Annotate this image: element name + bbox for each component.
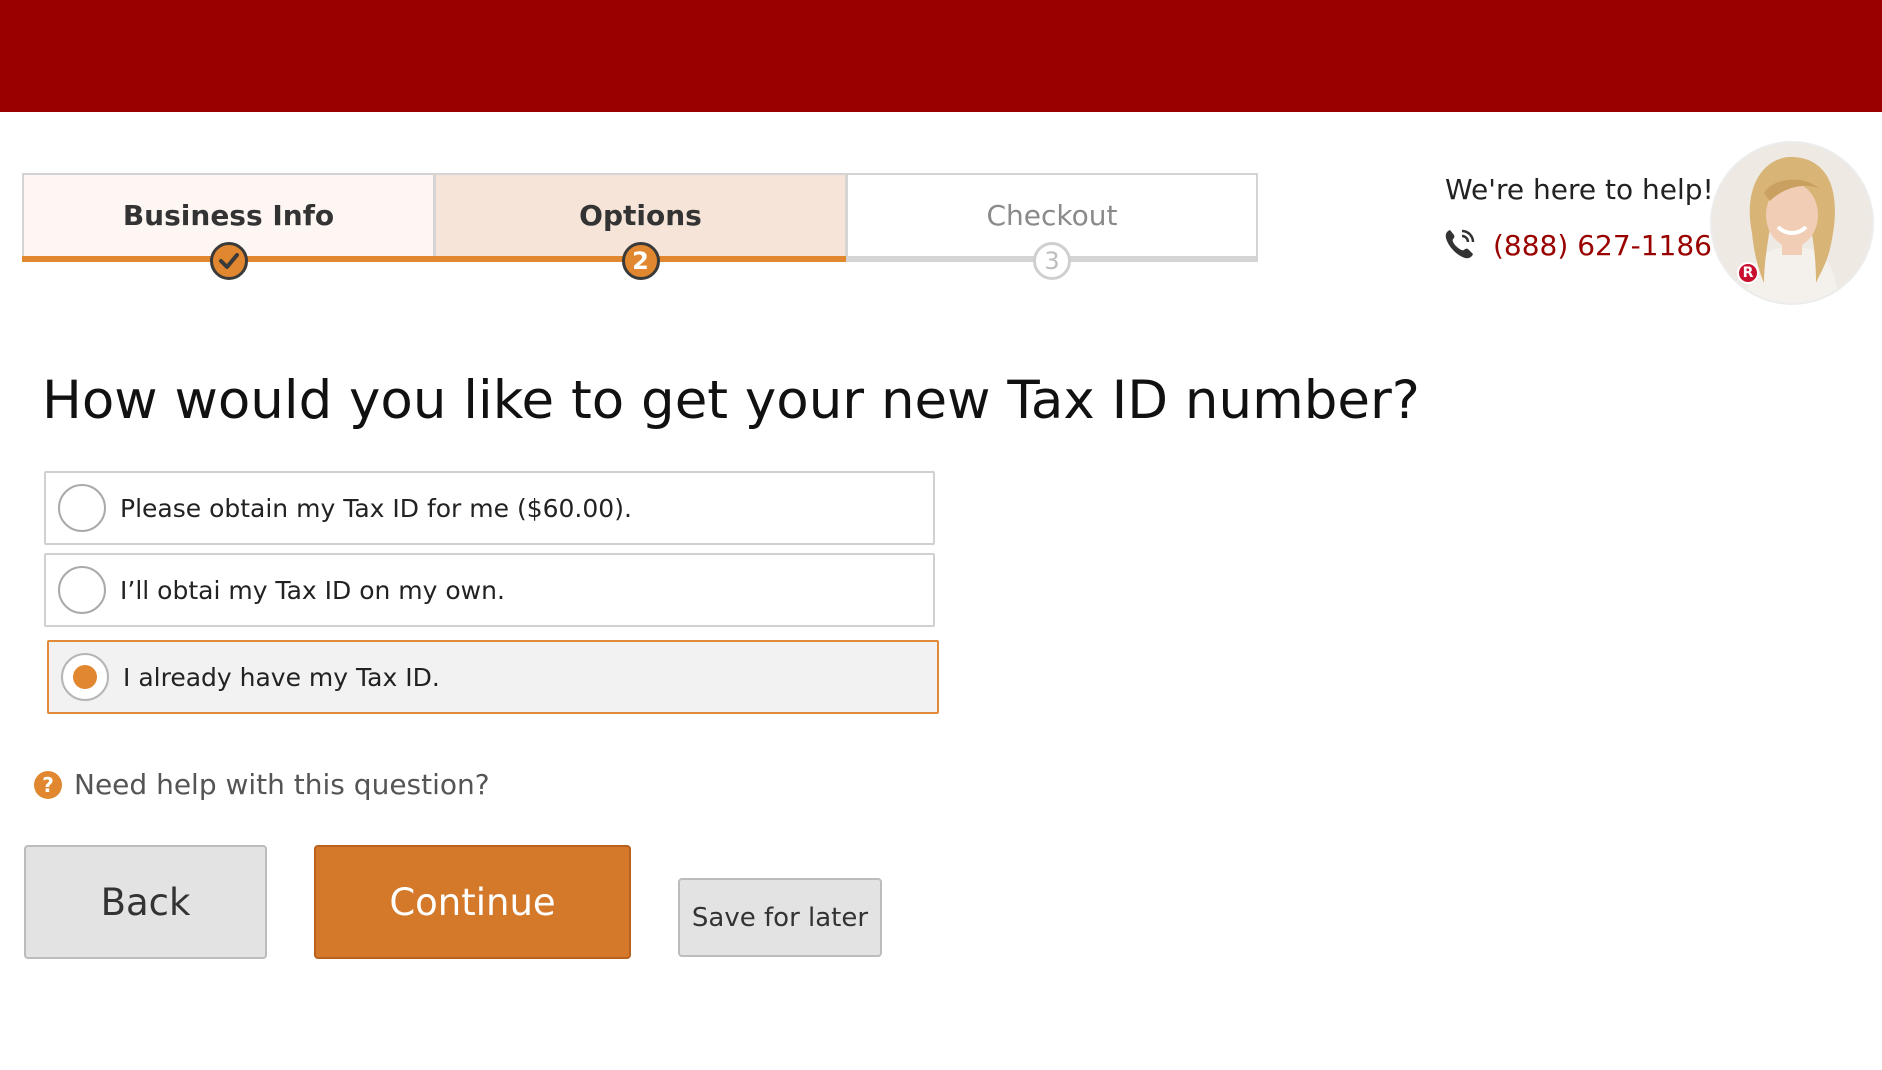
step-business-info[interactable]: Business Info <box>22 173 435 280</box>
continue-button[interactable]: Continue <box>314 845 631 959</box>
step-number-badge: 3 <box>1033 242 1071 280</box>
back-button[interactable]: Back <box>24 845 267 959</box>
check-icon <box>209 242 248 280</box>
progress-stepper: Business Info Options 2 Checkout 3 <box>22 173 1258 280</box>
phone-icon <box>1445 229 1475 259</box>
question-title: How would you like to get your new Tax I… <box>42 370 1420 431</box>
step-checkout[interactable]: Checkout 3 <box>846 173 1258 280</box>
help-question-icon: ? <box>34 770 62 799</box>
need-help-link[interactable]: ? Need help with this question? <box>34 768 490 801</box>
support-agent-avatar <box>1712 143 1872 303</box>
help-heading: We're here to help! <box>1445 173 1714 206</box>
option-label: Please obtain my Tax ID for me ($60.00). <box>120 493 632 523</box>
need-help-text: Need help with this question? <box>74 768 490 801</box>
radio-dot <box>73 665 97 689</box>
radio-button[interactable] <box>58 566 106 614</box>
option-already-have[interactable]: I already have my Tax ID. <box>47 640 939 714</box>
option-label: I’ll obtai my Tax ID on my own. <box>120 575 505 605</box>
save-for-later-button[interactable]: Save for later <box>678 878 882 957</box>
option-obtain-own[interactable]: I’ll obtai my Tax ID on my own. <box>44 553 935 627</box>
step-number-badge: 2 <box>621 242 660 280</box>
step-options[interactable]: Options 2 <box>434 173 847 280</box>
help-phone-link[interactable]: (888) 627-1186 <box>1493 229 1712 262</box>
option-label: I already have my Tax ID. <box>123 662 440 692</box>
radio-button[interactable] <box>58 484 106 532</box>
top-banner <box>0 0 1882 112</box>
radio-button-selected[interactable] <box>61 653 109 701</box>
option-obtain-for-me[interactable]: Please obtain my Tax ID for me ($60.00). <box>44 471 935 545</box>
brand-badge-icon: R <box>1737 262 1759 284</box>
